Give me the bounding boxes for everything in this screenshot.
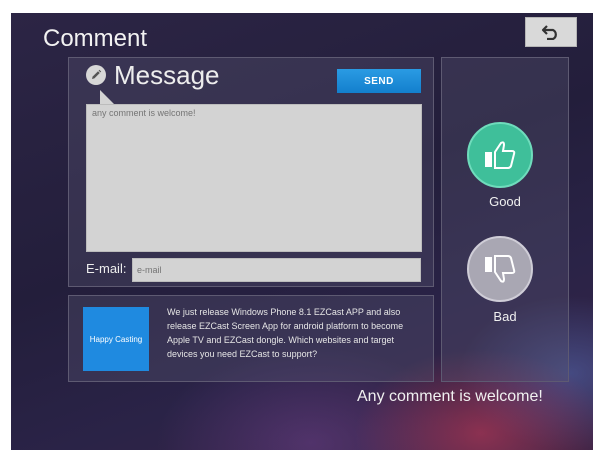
happy-casting-tile[interactable]: Happy Casting [83, 307, 149, 371]
comment-textarea[interactable] [86, 104, 422, 252]
message-panel: Message SEND E-mail: [68, 57, 434, 287]
news-panel: Happy Casting We just release Windows Ph… [68, 295, 434, 382]
message-bubble-tail [100, 90, 114, 104]
email-field[interactable] [132, 258, 421, 282]
back-arrow-icon [541, 25, 557, 40]
message-title: Message [114, 60, 220, 90]
thumbs-down-icon [485, 255, 516, 283]
send-button[interactable]: SEND [337, 69, 421, 93]
pencil-icon [86, 65, 106, 85]
footer-text: Any comment is welcome! [357, 388, 543, 405]
email-label: E-mail: [86, 261, 127, 276]
thumbs-up-icon [485, 141, 516, 169]
news-text: We just release Windows Phone 8.1 EZCast… [167, 307, 404, 359]
rating-panel: Good Bad [441, 57, 569, 382]
comment-screen: Comment Message SEND E-mail: Happy Casti… [11, 13, 593, 450]
back-button[interactable] [525, 17, 577, 47]
page-title: Comment [43, 25, 148, 52]
good-button[interactable] [467, 122, 533, 188]
bad-label: Bad [493, 309, 517, 324]
bad-button[interactable] [467, 236, 533, 302]
good-label: Good [489, 194, 521, 209]
